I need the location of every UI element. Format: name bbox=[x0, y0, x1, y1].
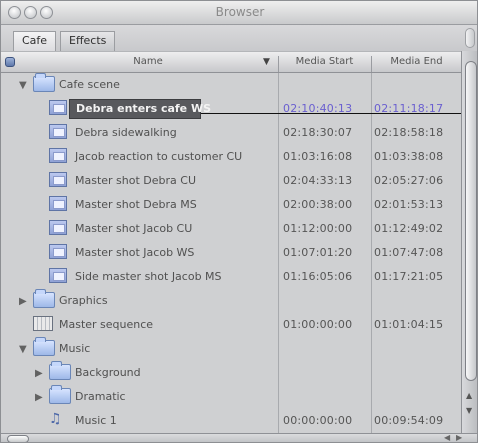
tab-cafe[interactable]: Cafe bbox=[13, 31, 57, 51]
vertical-scrollbar[interactable]: ▲ ▼ bbox=[461, 51, 477, 433]
header-media-start[interactable]: Media Start bbox=[278, 56, 370, 72]
header-media-end[interactable]: Media End bbox=[371, 56, 461, 72]
sequence-icon[interactable] bbox=[33, 316, 53, 331]
scroll-down-arrow-icon[interactable]: ▼ bbox=[466, 406, 472, 415]
bin-folder-icon[interactable] bbox=[49, 385, 71, 404]
row-name: Cafe scene bbox=[59, 78, 120, 91]
row-media-end: 02:01:53:13 bbox=[374, 198, 444, 211]
row-name: Master shot Debra CU bbox=[75, 174, 197, 187]
scroll-up-arrow-icon[interactable]: ▲ bbox=[466, 391, 472, 400]
row-name: Master sequence bbox=[59, 318, 154, 331]
browser-row[interactable]: ▼ Music bbox=[1, 337, 461, 361]
selection-pointer-line bbox=[201, 113, 463, 114]
row-media-end: 02:18:58:18 bbox=[374, 126, 444, 139]
browser-row[interactable]: Debra sidewalking 02:18:30:07 02:18:58:18 bbox=[1, 121, 461, 145]
row-media-start: 01:03:16:08 bbox=[283, 150, 353, 163]
row-name: Music bbox=[59, 342, 91, 355]
clip-icon[interactable] bbox=[49, 124, 67, 139]
row-media-end: 01:12:49:02 bbox=[374, 222, 444, 235]
row-name: Master shot Jacob CU bbox=[75, 222, 193, 235]
clip-icon[interactable] bbox=[49, 100, 67, 115]
browser-row[interactable]: Master shot Debra MS 02:00:38:00 02:01:53:… bbox=[1, 193, 461, 217]
row-media-end: 02:05:27:06 bbox=[374, 174, 444, 187]
row-name: Master shot Jacob WS bbox=[75, 246, 195, 259]
scroll-right-arrow-icon[interactable]: ▶ bbox=[456, 433, 462, 442]
browser-row[interactable]: ♫ Music 1 00:00:00:00 00:09:54:09 bbox=[1, 409, 461, 433]
disclosure-collapsed-icon[interactable]: ▶ bbox=[19, 296, 27, 307]
row-media-start: 02:00:38:00 bbox=[283, 198, 353, 211]
sort-triangle-icon[interactable]: ▼ bbox=[263, 57, 270, 67]
row-media-start: 01:12:00:00 bbox=[283, 222, 353, 235]
scroll-thumb[interactable] bbox=[465, 61, 477, 381]
row-name: Dramatic bbox=[75, 390, 126, 403]
row-name: Graphics bbox=[59, 294, 108, 307]
row-media-end: 00:09:54:09 bbox=[374, 414, 444, 427]
row-media-start: 01:16:05:06 bbox=[283, 270, 353, 283]
title-bar: Browser bbox=[1, 1, 477, 25]
tab-bar: Cafe Effects bbox=[1, 25, 477, 51]
bin-folder-icon[interactable] bbox=[33, 289, 55, 308]
row-media-start: 01:00:00:00 bbox=[283, 318, 353, 331]
audio-clip-icon[interactable]: ♫ bbox=[49, 411, 65, 428]
scroll-left-arrow-icon[interactable]: ◀ bbox=[444, 433, 450, 442]
clip-icon[interactable] bbox=[49, 196, 67, 211]
clip-icon[interactable] bbox=[49, 148, 67, 163]
row-media-start: 02:04:33:13 bbox=[283, 174, 353, 187]
row-name: Jacob reaction to customer CU bbox=[75, 150, 243, 163]
browser-list: ▼ Cafe scene Debra enters cafe WS 02:10:40:… bbox=[1, 73, 461, 433]
header-name[interactable]: Name bbox=[19, 56, 277, 67]
browser-row[interactable]: Side master shot Jacob MS 01:16:05:06 01:1… bbox=[1, 265, 461, 289]
toolbar-toggle-button[interactable] bbox=[465, 28, 475, 48]
window-title: Browser bbox=[215, 5, 265, 19]
bin-folder-icon[interactable] bbox=[33, 73, 55, 92]
horizontal-scrollbar[interactable]: ◀ ▶ bbox=[1, 433, 477, 442]
bin-folder-icon[interactable] bbox=[49, 361, 71, 380]
browser-window: Browser Cafe Effects Name ▼ Media Start … bbox=[0, 0, 478, 443]
column-divider-start bbox=[278, 73, 279, 433]
clip-icon[interactable] bbox=[49, 268, 67, 283]
clip-icon[interactable] bbox=[49, 172, 67, 187]
project-icon bbox=[5, 57, 15, 67]
row-name: Music 1 bbox=[75, 414, 117, 427]
bin-folder-icon[interactable] bbox=[33, 337, 55, 356]
row-media-end: 01:03:38:08 bbox=[374, 150, 444, 163]
browser-row[interactable]: Jacob reaction to customer CU 01:03:16:08… bbox=[1, 145, 461, 169]
disclosure-collapsed-icon[interactable]: ▶ bbox=[35, 368, 43, 379]
tab-effects[interactable]: Effects bbox=[60, 31, 116, 51]
row-name: Side master shot Jacob MS bbox=[75, 270, 222, 283]
browser-row[interactable]: Master shot Debra CU 02:04:33:13 02:05:27:… bbox=[1, 169, 461, 193]
row-name: Debra sidewalking bbox=[75, 126, 177, 139]
disclosure-expanded-icon[interactable]: ▼ bbox=[19, 80, 27, 91]
disclosure-collapsed-icon[interactable]: ▶ bbox=[35, 392, 43, 403]
browser-row[interactable]: Master sequence 01:00:00:00 01:01:04:15 bbox=[1, 313, 461, 337]
browser-row[interactable]: Master shot Jacob WS 01:07:01:20 01:07:47:… bbox=[1, 241, 461, 265]
clip-icon[interactable] bbox=[49, 244, 67, 259]
clip-icon[interactable] bbox=[49, 220, 67, 235]
disclosure-expanded-icon[interactable]: ▼ bbox=[19, 344, 27, 355]
row-media-start: 02:18:30:07 bbox=[283, 126, 353, 139]
browser-row[interactable]: ▶ Dramatic bbox=[1, 385, 461, 409]
browser-row[interactable]: ▶ Background bbox=[1, 361, 461, 385]
browser-row[interactable]: ▼ Cafe scene bbox=[1, 73, 461, 97]
column-divider-end bbox=[371, 73, 372, 433]
horizontal-scroll-thumb[interactable] bbox=[7, 435, 29, 442]
row-media-end: 01:17:21:05 bbox=[374, 270, 444, 283]
column-header: Name ▼ Media Start Media End bbox=[1, 51, 461, 73]
row-name: Debra enters cafe WS bbox=[76, 102, 212, 115]
browser-row[interactable]: Debra enters cafe WS 02:10:40:13 02:11:18:… bbox=[1, 97, 461, 121]
row-media-start: 00:00:00:00 bbox=[283, 414, 353, 427]
browser-row[interactable]: Master shot Jacob CU 01:12:00:00 01:12:49:… bbox=[1, 217, 461, 241]
row-name: Background bbox=[75, 366, 141, 379]
row-media-start: 01:07:01:20 bbox=[283, 246, 353, 259]
row-media-end: 01:07:47:08 bbox=[374, 246, 444, 259]
row-media-end: 01:01:04:15 bbox=[374, 318, 444, 331]
browser-row[interactable]: ▶ Graphics bbox=[1, 289, 461, 313]
row-name: Master shot Debra MS bbox=[75, 198, 197, 211]
